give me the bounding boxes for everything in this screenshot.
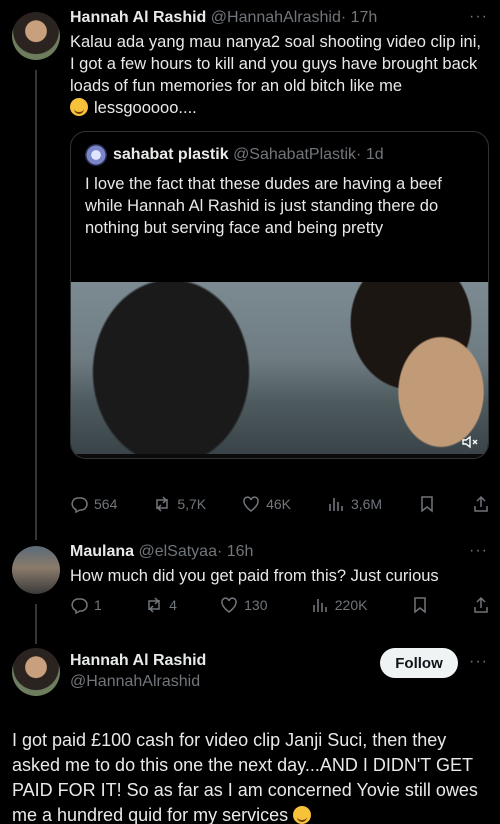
tweet-header: Maulana @elSatyaa· 16h (70, 543, 253, 561)
video-player[interactable] (71, 282, 488, 458)
repost-icon (145, 596, 163, 614)
quoted-tweet[interactable]: sahabat plastik @SahabatPlastik · 1d I lo… (70, 131, 489, 459)
author-handle[interactable]: @HannahAlrashid (70, 673, 200, 691)
repost-count: 4 (169, 597, 177, 613)
mute-icon[interactable] (462, 435, 478, 452)
reply-icon (70, 495, 88, 513)
rofl-emoji-icon (70, 98, 88, 116)
tweet-time[interactable]: · 16h (217, 543, 253, 560)
author-name[interactable]: Maulana (70, 543, 134, 560)
like-count: 46K (266, 496, 291, 512)
quote-header: sahabat plastik @SahabatPlastik · 1d (85, 144, 384, 166)
tweet-text: How much did you get paid from this? Jus… (70, 567, 439, 585)
views-icon (311, 596, 329, 614)
quote-avatar (85, 144, 107, 166)
author-name[interactable]: Hannah Al Rashid (70, 9, 206, 26)
tweet-time[interactable]: · 17h (341, 9, 377, 26)
view-count: 3,6M (350, 496, 383, 512)
tweet-text: I got paid £100 cash for video clip Janj… (12, 730, 478, 824)
bookmark-icon[interactable] (411, 596, 429, 614)
share-icon[interactable] (472, 596, 490, 614)
quote-author-name: sahabat plastik (113, 146, 229, 163)
quote-author-handle: @SahabatPlastik (233, 146, 357, 163)
share-icon[interactable] (472, 495, 490, 513)
follow-button[interactable]: Follow (380, 648, 458, 678)
author-handle[interactable]: @elSatyaa (138, 543, 217, 560)
tweet-actions: 1 4 130 220K (70, 596, 490, 614)
repost-button[interactable]: 5,7K (153, 495, 206, 513)
rofl-emoji-icon (293, 806, 312, 824)
author-handle[interactable]: @HannahAlrashid (211, 9, 341, 26)
like-count: 130 (244, 597, 268, 613)
views-button[interactable]: 220K (311, 596, 368, 614)
more-icon[interactable]: ··· (469, 8, 488, 26)
tweet-header: Hannah Al Rashid @HannahAlrashid· 17h (70, 9, 377, 27)
video-frame (71, 282, 488, 454)
reply-button[interactable]: 1 (70, 596, 102, 614)
more-icon[interactable]: ··· (469, 653, 488, 671)
tweet-actions: 564 5,7K 46K 3,6M (70, 495, 490, 513)
like-button[interactable]: 130 (220, 596, 267, 614)
like-icon (242, 495, 260, 513)
repost-button[interactable]: 4 (145, 596, 177, 614)
like-button[interactable]: 46K (242, 495, 291, 513)
quote-text: I love the fact that these dudes are hav… (85, 175, 442, 237)
like-icon (220, 596, 238, 614)
bookmark-icon[interactable] (418, 495, 436, 513)
avatar[interactable] (12, 12, 60, 60)
avatar[interactable] (12, 648, 60, 696)
more-icon[interactable]: ··· (469, 542, 488, 560)
repost-count: 5,7K (177, 496, 207, 512)
thread-line (35, 70, 37, 540)
repost-icon (153, 495, 171, 513)
view-count: 220K (334, 597, 368, 613)
reply-count: 564 (94, 496, 118, 512)
author-name[interactable]: Hannah Al Rashid (70, 652, 206, 670)
reply-count: 1 (94, 597, 102, 613)
views-button[interactable]: 3,6M (327, 495, 382, 513)
views-icon (327, 495, 345, 513)
tweet-text: Kalau ada yang mau nanya2 soal shooting … (70, 33, 481, 117)
thread-line (35, 604, 37, 644)
avatar[interactable] (12, 546, 60, 594)
quote-time: · 1d (356, 146, 384, 163)
reply-button[interactable]: 564 (70, 495, 117, 513)
reply-icon (70, 596, 88, 614)
